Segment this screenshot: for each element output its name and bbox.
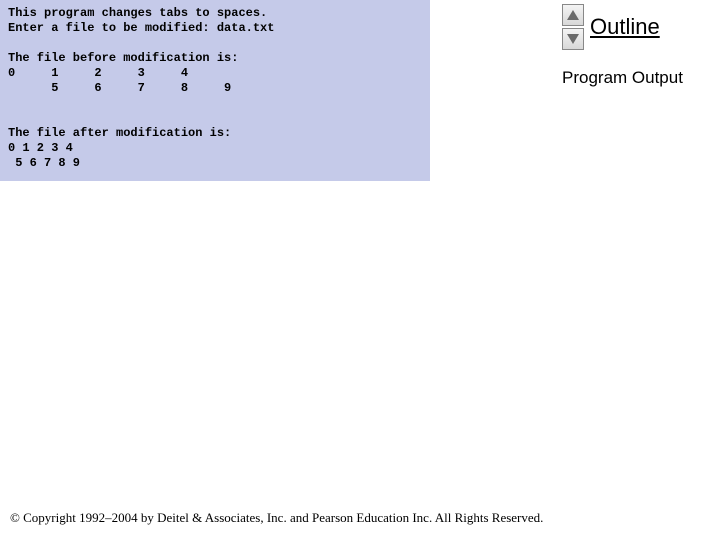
output-line: 5 6 7 8 9 xyxy=(8,81,231,95)
nav-row: Outline xyxy=(562,4,720,50)
output-line: This program changes tabs to spaces. xyxy=(8,6,267,20)
output-line: The file after modification is: xyxy=(8,126,231,140)
section-title: Program Output xyxy=(562,68,720,88)
nav-button-stack xyxy=(562,4,584,50)
next-slide-button[interactable] xyxy=(562,28,584,50)
output-line: Enter a file to be modified: data.txt xyxy=(8,21,274,35)
output-line xyxy=(8,96,15,110)
slide: This program changes tabs to spaces. Ent… xyxy=(0,0,720,540)
chevron-up-icon xyxy=(567,10,579,20)
output-line xyxy=(8,36,15,50)
output-line xyxy=(8,111,15,125)
output-line: 5 6 7 8 9 xyxy=(8,156,80,170)
outline-link[interactable]: Outline xyxy=(590,14,660,40)
output-line: The file before modification is: xyxy=(8,51,238,65)
right-column: Outline Program Output xyxy=(562,4,720,88)
copyright-footer: © Copyright 1992–2004 by Deitel & Associ… xyxy=(10,510,543,526)
output-line: 0 1 2 3 4 xyxy=(8,66,188,80)
output-line: 0 1 2 3 4 xyxy=(8,141,73,155)
prev-slide-button[interactable] xyxy=(562,4,584,26)
program-output-panel: This program changes tabs to spaces. Ent… xyxy=(0,0,430,181)
chevron-down-icon xyxy=(567,34,579,44)
